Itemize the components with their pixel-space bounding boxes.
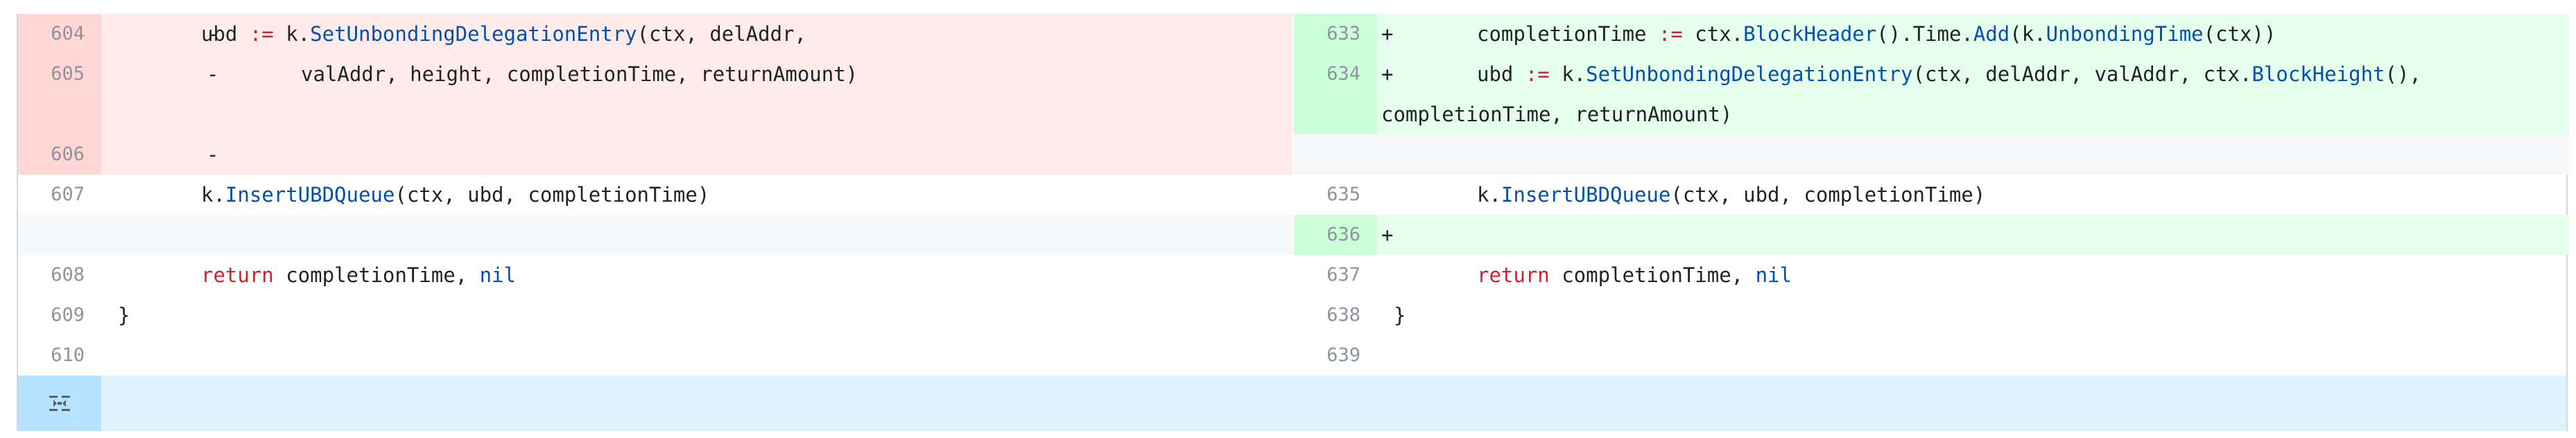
code-text: } xyxy=(118,304,130,327)
left-cell: 604 - ubd := k.SetUnbondingDelegationEnt… xyxy=(18,14,1294,54)
right-cell: 639 xyxy=(1294,335,2569,376)
split-diff-view: 604 - ubd := k.SetUnbondingDelegationEnt… xyxy=(17,14,2569,431)
line-number[interactable]: 604 xyxy=(18,14,101,54)
right-cell: 637 return completionTime, nil xyxy=(1294,255,2569,295)
code-line: k.InsertUBDQueue(ctx, ubd, completionTim… xyxy=(1377,175,2569,215)
right-cell: 636 + xyxy=(1294,215,2569,255)
code-line: - ubd := k.SetUnbondingDelegationEntry(c… xyxy=(101,14,1294,54)
left-cell: 608 return completionTime, nil xyxy=(18,255,1294,295)
code-line: + completionTime := ctx.BlockHeader().Ti… xyxy=(1377,14,2569,54)
code-text: valAddr, height, completionTime, returnA… xyxy=(301,62,858,86)
line-number[interactable]: 638 xyxy=(1294,295,1377,335)
line-number[interactable]: 637 xyxy=(1294,255,1377,295)
diff-sign: + xyxy=(1381,62,1394,86)
line-number[interactable]: 639 xyxy=(1294,335,1377,376)
line-number[interactable]: 607 xyxy=(18,175,101,215)
line-number[interactable]: 605 xyxy=(18,54,101,134)
code-line: + ubd := k.SetUnbondingDelegationEntry(c… xyxy=(1377,54,2569,134)
right-cell: 633 + completionTime := ctx.BlockHeader(… xyxy=(1294,14,2569,54)
code-text: completionTime := ctx.BlockHeader().Time… xyxy=(1477,22,2276,46)
code-line: } xyxy=(1377,295,2569,335)
code-text: return completionTime, nil xyxy=(1477,263,1792,287)
diff-sign: - xyxy=(207,62,219,86)
line-number[interactable]: 635 xyxy=(1294,175,1377,215)
right-cell: 634 + ubd := k.SetUnbondingDelegationEnt… xyxy=(1294,54,2569,134)
code-text: ubd := k.SetUnbondingDelegationEntry(ctx… xyxy=(201,22,806,46)
diff-sign: + xyxy=(1381,223,1394,247)
line-number[interactable]: 606 xyxy=(18,134,101,175)
code-line: - xyxy=(101,134,1294,175)
line-number[interactable]: 608 xyxy=(18,255,101,295)
code-line: + xyxy=(1377,215,2569,255)
line-number[interactable]: 609 xyxy=(18,295,101,335)
right-empty-cell xyxy=(1294,134,2569,175)
line-number[interactable]: 634 xyxy=(1294,54,1377,134)
code-line: return completionTime, nil xyxy=(1377,255,2569,295)
code-text: return completionTime, nil xyxy=(201,263,516,287)
code-line: } xyxy=(101,295,1294,335)
code-line: k.InsertUBDQueue(ctx, ubd, completionTim… xyxy=(101,175,1294,215)
code-line: - valAddr, height, completionTime, retur… xyxy=(101,54,1294,134)
left-empty-cell xyxy=(18,215,1294,255)
left-cell: 609 } xyxy=(18,295,1294,335)
diff-sign: - xyxy=(207,143,219,166)
left-cell: 610 xyxy=(18,335,1294,376)
left-cell: 607 k.InsertUBDQueue(ctx, ubd, completio… xyxy=(18,175,1294,215)
expand-icon[interactable] xyxy=(18,376,101,431)
left-cell: 606 - xyxy=(18,134,1294,175)
code-text-wrapped: completionTime, returnAmount) xyxy=(1381,103,1733,126)
line-number[interactable]: 610 xyxy=(18,335,101,376)
split-divider xyxy=(1293,14,1294,376)
right-cell: 638 } xyxy=(1294,295,2569,335)
diff-sign: + xyxy=(1381,22,1394,46)
line-number[interactable]: 636 xyxy=(1294,215,1377,255)
code-text: k.InsertUBDQueue(ctx, ubd, completionTim… xyxy=(201,183,710,207)
left-cell: 605 - valAddr, height, completionTime, r… xyxy=(18,54,1294,134)
code-text: ubd := k.SetUnbondingDelegationEntry(ctx… xyxy=(1477,62,2421,86)
code-text: } xyxy=(1394,304,1406,327)
right-cell: 635 k.InsertUBDQueue(ctx, ubd, completio… xyxy=(1294,175,2569,215)
expand-row xyxy=(18,376,2566,431)
code-text: k.InsertUBDQueue(ctx, ubd, completionTim… xyxy=(1477,183,1986,207)
line-number[interactable]: 633 xyxy=(1294,14,1377,54)
code-line: return completionTime, nil xyxy=(101,255,1294,295)
